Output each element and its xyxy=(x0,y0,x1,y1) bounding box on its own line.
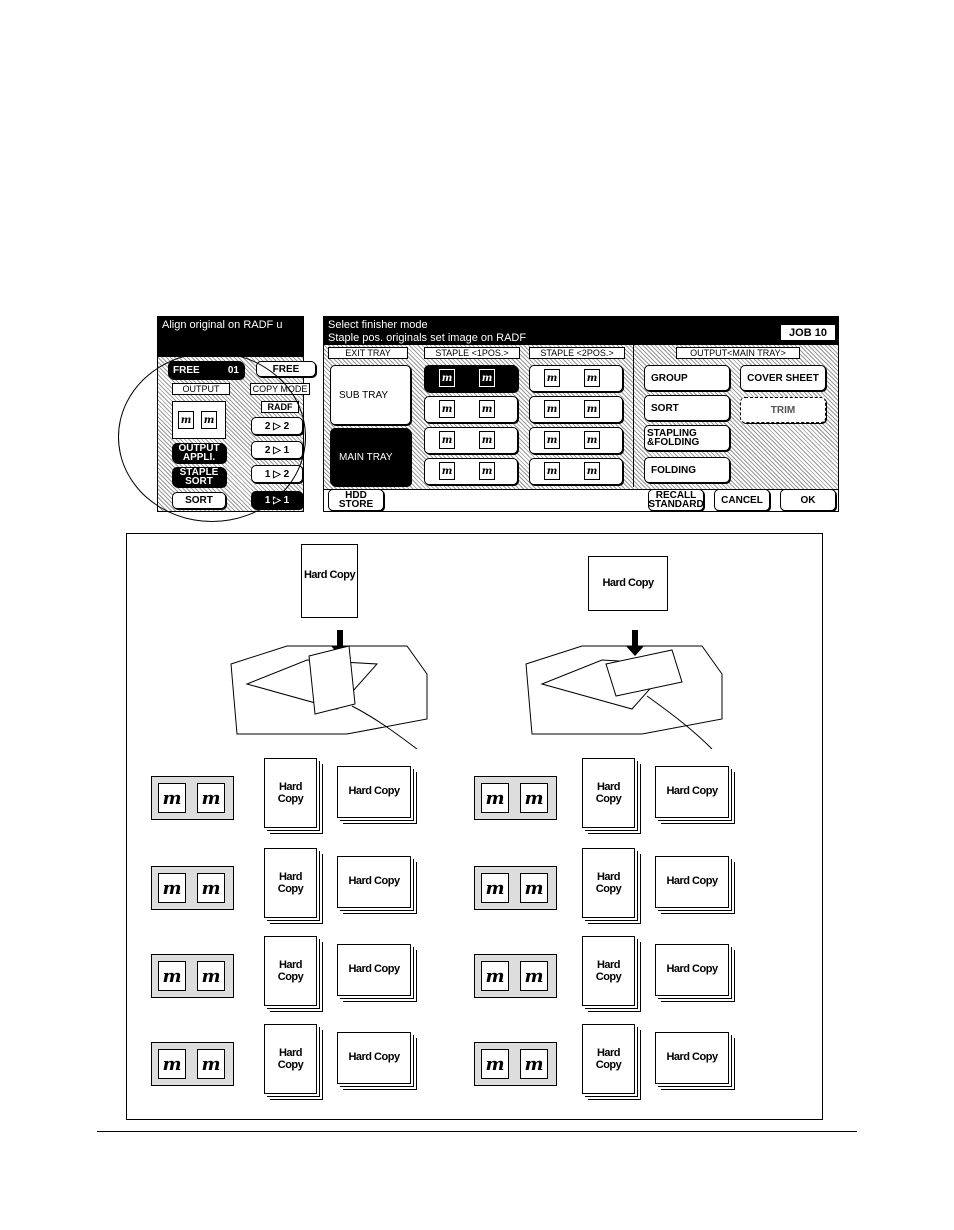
staple-position-icon: mm xyxy=(151,954,234,998)
header-output-main-tray: OUTPUT<MAIN TRAY> xyxy=(676,347,800,359)
document-icon: m xyxy=(197,961,225,991)
staple-position-button[interactable]: mm xyxy=(529,365,623,392)
output-portrait: Hard Copy xyxy=(582,758,635,828)
document-icon: m xyxy=(520,783,548,813)
document-icon: m xyxy=(158,961,186,991)
header-staple-1pos: STAPLE <1POS.> xyxy=(424,347,520,359)
divider xyxy=(633,345,634,487)
sub-tray-button[interactable]: SUB TRAY xyxy=(330,365,411,425)
cover-sheet-button[interactable]: COVER SHEET xyxy=(740,365,826,391)
message-bar: Align original on RADF u xyxy=(158,317,303,357)
cancel-button[interactable]: CANCEL xyxy=(714,489,770,511)
document-icon: m xyxy=(481,1049,509,1079)
document-icon: m xyxy=(481,783,509,813)
document-icon: m xyxy=(584,462,600,480)
staple-position-icon: mm xyxy=(151,866,234,910)
staple-position-button[interactable]: mm xyxy=(529,458,623,485)
staple-position-button[interactable]: mm xyxy=(424,365,518,392)
document-icon: m xyxy=(481,873,509,903)
document-icon: m xyxy=(544,431,560,449)
illustration-frame: Hard Copy Hard Copy m m Hard Copy Hard Copy… xyxy=(126,533,823,1120)
message-bar: Select finisher mode Staple pos. original… xyxy=(324,317,838,345)
output-landscape: Hard Copy xyxy=(337,856,411,908)
document-icon: m xyxy=(520,873,548,903)
document-icon: m xyxy=(481,961,509,991)
document-icon: m xyxy=(584,431,600,449)
staple-position-icon: mm xyxy=(474,866,557,910)
document-icon: m xyxy=(520,1049,548,1079)
staple-position-icon: mm xyxy=(474,1042,557,1086)
header-staple-2pos: STAPLE <2POS.> xyxy=(529,347,625,359)
document-icon: m xyxy=(439,400,455,418)
output-landscape: Hard Copy xyxy=(655,766,729,818)
output-landscape: Hard Copy xyxy=(337,766,411,818)
document-icon: m xyxy=(158,1049,186,1079)
hdd-store-button[interactable]: HDD STORE xyxy=(328,489,384,511)
job-indicator: JOB 10 xyxy=(780,324,836,341)
document-icon: m xyxy=(584,400,600,418)
output-landscape: Hard Copy xyxy=(655,856,729,908)
document-icon: m xyxy=(439,462,455,480)
ok-button[interactable]: OK xyxy=(780,489,836,511)
output-portrait: Hard Copy xyxy=(582,936,635,1006)
staple-position-button[interactable]: mm xyxy=(424,427,518,454)
output-portrait: Hard Copy xyxy=(264,758,317,828)
recall-standard-button[interactable]: RECALL STANDARD xyxy=(648,489,704,511)
document-icon: m xyxy=(197,783,225,813)
header-exit-tray: EXIT TRAY xyxy=(328,347,408,359)
document-icon: m xyxy=(479,369,495,387)
output-landscape: Hard Copy xyxy=(655,1032,729,1084)
staple-position-icon: mm xyxy=(474,954,557,998)
document-icon: m xyxy=(544,369,560,387)
sort-button[interactable]: SORT xyxy=(644,395,730,421)
original-portrait: Hard Copy xyxy=(301,544,358,618)
document-icon: m xyxy=(544,400,560,418)
output-portrait: Hard Copy xyxy=(264,1024,317,1094)
finisher-mode-screen: Select finisher mode Staple pos. original… xyxy=(323,316,839,512)
document-icon: m xyxy=(520,961,548,991)
document-icon: m xyxy=(479,462,495,480)
output-landscape: Hard Copy xyxy=(337,1032,411,1084)
document-icon: m xyxy=(158,873,186,903)
document-icon: m xyxy=(158,783,186,813)
output-portrait: Hard Copy xyxy=(264,848,317,918)
document-icon: m xyxy=(479,400,495,418)
document-icon: m xyxy=(584,369,600,387)
document-icon: m xyxy=(439,369,455,387)
stapling-folding-button[interactable]: STAPLING &FOLDING xyxy=(644,425,730,451)
output-landscape: Hard Copy xyxy=(655,944,729,996)
output-portrait: Hard Copy xyxy=(582,1024,635,1094)
document-icon: m xyxy=(197,873,225,903)
footer-rule xyxy=(97,1131,857,1132)
staple-position-button[interactable]: mm xyxy=(424,396,518,423)
staple-position-icon: mm xyxy=(151,776,234,820)
folding-button[interactable]: FOLDING xyxy=(644,457,730,483)
magnify-circle xyxy=(118,352,306,522)
staple-position-button[interactable]: mm xyxy=(529,396,623,423)
document-icon: m xyxy=(544,462,560,480)
group-button[interactable]: GROUP xyxy=(644,365,730,391)
staple-position-button[interactable]: mm xyxy=(424,458,518,485)
copier-illustration-right xyxy=(525,630,723,749)
staple-position-icon: mm xyxy=(474,776,557,820)
document-icon: m xyxy=(479,431,495,449)
staple-position-icon: mm xyxy=(151,1042,234,1086)
output-portrait: Hard Copy xyxy=(264,936,317,1006)
original-landscape: Hard Copy xyxy=(588,556,668,611)
document-icon: m xyxy=(439,431,455,449)
trim-button: TRIM xyxy=(740,397,826,423)
copier-illustration-left xyxy=(230,630,428,749)
staple-position-button[interactable]: mm xyxy=(529,427,623,454)
output-portrait: Hard Copy xyxy=(582,848,635,918)
main-tray-button[interactable]: MAIN TRAY xyxy=(330,428,411,486)
output-landscape: Hard Copy xyxy=(337,944,411,996)
document-icon: m xyxy=(197,1049,225,1079)
